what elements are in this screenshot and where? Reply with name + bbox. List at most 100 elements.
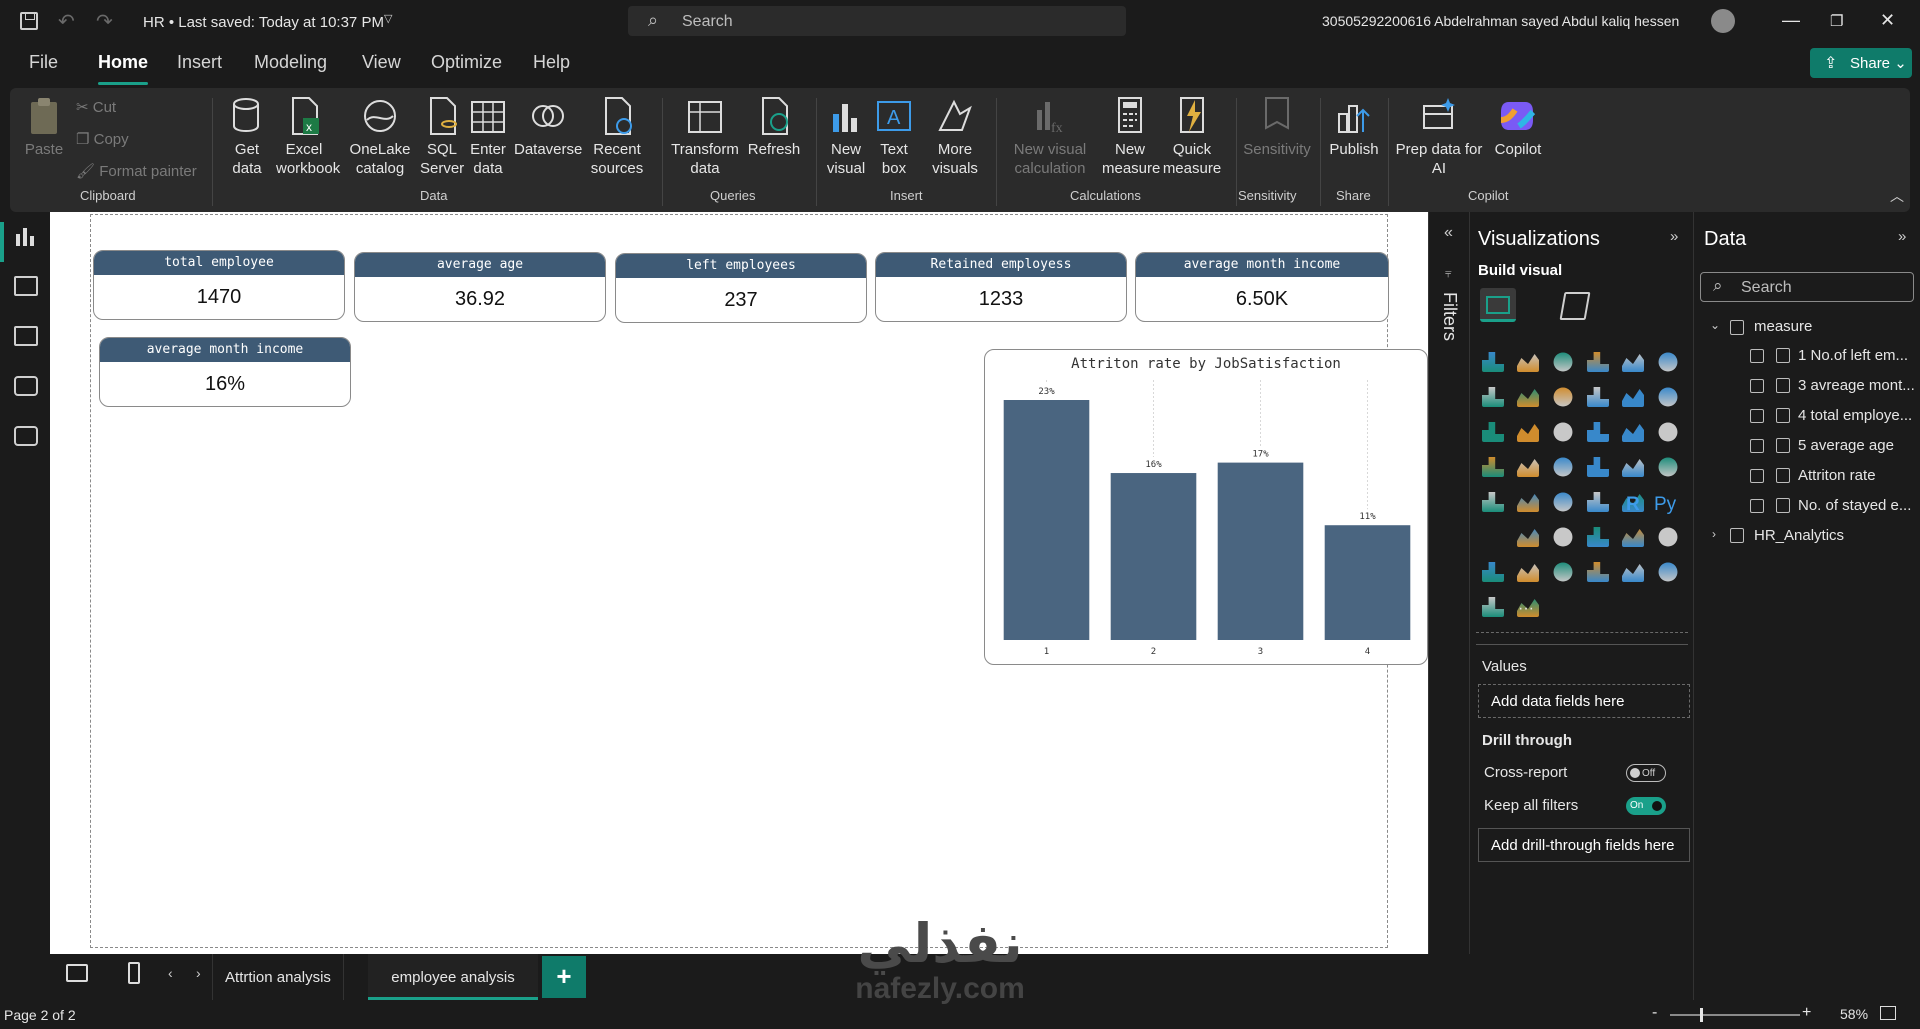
visual-narrative-icon[interactable] <box>1622 529 1644 547</box>
collapse-pane-icon[interactable]: » <box>1898 228 1906 245</box>
visual-ribbon-icon[interactable] <box>1658 387 1678 407</box>
avatar[interactable] <box>1711 9 1735 33</box>
new-measure-button[interactable]: New measure <box>1102 96 1160 178</box>
get-data-button[interactable]: Get data <box>222 96 272 178</box>
visual-qna-icon[interactable] <box>1587 527 1609 547</box>
visual-kpi-icon[interactable] <box>1517 494 1539 512</box>
visual-paint-icon[interactable] <box>1658 562 1678 582</box>
visual-funnel-icon[interactable] <box>1517 424 1539 442</box>
visual-diamond-icon[interactable] <box>1482 597 1504 617</box>
report-canvas[interactable]: total employee 1470 average age 36.92 le… <box>50 212 1428 954</box>
zoom-in-button[interactable]: + <box>1802 1004 1811 1022</box>
visual-map-icon[interactable] <box>1482 457 1504 477</box>
visual-100-bar-icon[interactable] <box>1622 354 1644 372</box>
publish-button[interactable]: Publish <box>1326 96 1382 159</box>
onelake-catalog-button[interactable]: OneLake catalog <box>346 96 414 178</box>
visual-stacked-bar-icon[interactable] <box>1482 352 1504 372</box>
python-visual-icon[interactable]: Py <box>1654 494 1676 516</box>
visual-card-icon[interactable] <box>1658 457 1678 477</box>
field-item[interactable]: 3 avreage mont... <box>1798 377 1916 394</box>
field-item[interactable]: 4 total employe... <box>1798 407 1916 424</box>
visual-line-icon[interactable] <box>1482 387 1504 407</box>
zoom-slider-handle[interactable] <box>1700 1008 1703 1022</box>
page-tab-attrition-analysis[interactable]: Attrtion analysis <box>212 954 344 1000</box>
visual-slicer-icon[interactable] <box>1553 492 1573 512</box>
field-checkbox[interactable] <box>1750 499 1764 513</box>
field-item[interactable]: No. of stayed e... <box>1798 497 1916 514</box>
cross-report-toggle[interactable]: Off <box>1626 764 1666 782</box>
kpi-card-average-month-income[interactable]: average month income 6.50K <box>1135 252 1389 322</box>
menu-file[interactable]: File <box>29 52 58 73</box>
expand-filters-icon[interactable]: « <box>1444 224 1453 242</box>
visual-decomp-tree-icon[interactable] <box>1553 527 1573 547</box>
table-measure[interactable]: measure <box>1754 318 1812 335</box>
refresh-button[interactable]: Refresh <box>744 96 804 159</box>
visual-gauge-icon[interactable] <box>1622 459 1644 477</box>
quick-measure-button[interactable]: Quick measure <box>1160 96 1224 178</box>
visual-pie-icon[interactable] <box>1587 422 1609 442</box>
visual-key-influencers-icon[interactable] <box>1517 529 1539 547</box>
visual-paginated-icon[interactable] <box>1658 527 1678 547</box>
field-item[interactable]: 1 No.of left em... <box>1798 347 1916 364</box>
visual-clustered-column-icon[interactable] <box>1587 352 1609 372</box>
menu-view[interactable]: View <box>362 52 401 73</box>
sql-server-button[interactable]: SQL Server <box>420 96 464 178</box>
visual-waterfall-icon[interactable] <box>1482 422 1504 442</box>
share-button[interactable]: ⇪ Share ⌄ <box>1810 48 1912 78</box>
redo-icon[interactable]: ↷ <box>96 9 113 34</box>
save-icon[interactable] <box>20 12 38 30</box>
report-page[interactable]: total employee 1470 average age 36.92 le… <box>90 214 1428 948</box>
visual-scatter-icon[interactable] <box>1553 422 1573 442</box>
chevron-right-icon[interactable]: › <box>196 965 201 981</box>
add-page-button[interactable]: + <box>542 956 586 998</box>
zoom-out-button[interactable]: - <box>1652 1004 1657 1022</box>
build-visual-tab[interactable] <box>1480 288 1516 322</box>
more-visuals-icon[interactable]: ··· <box>1518 600 1534 618</box>
fit-to-page-icon[interactable] <box>1880 1006 1896 1020</box>
attrition-bar-chart[interactable]: Attriton rate by JobSatisfaction 23% 1 16%… <box>984 349 1428 665</box>
kpi-card-total-employee[interactable]: total employee 1470 <box>93 250 345 320</box>
visual-donut-icon[interactable] <box>1622 424 1644 442</box>
field-checkbox[interactable] <box>1750 439 1764 453</box>
menu-modeling[interactable]: Modeling <box>254 52 327 73</box>
visual-shape-map-icon[interactable] <box>1553 457 1573 477</box>
global-search[interactable]: ⌕ Search <box>628 6 1126 36</box>
bar-4[interactable] <box>1324 525 1411 640</box>
new-visual-calculation-button[interactable]: fx New visual calculation <box>1002 96 1098 178</box>
zoom-slider[interactable] <box>1670 1014 1800 1016</box>
field-checkbox[interactable] <box>1750 409 1764 423</box>
kpi-card-attrition-rate[interactable]: average month income 16% <box>99 337 351 407</box>
chevron-right-icon[interactable]: › <box>1712 527 1716 541</box>
format-painter-button[interactable]: 🖌 Format painter <box>76 162 197 180</box>
more-visuals-button[interactable]: More visuals <box>920 96 990 178</box>
visual-stacked-column-icon[interactable] <box>1517 354 1539 372</box>
table-view-icon[interactable] <box>14 276 38 296</box>
mobile-layout-icon[interactable] <box>128 962 140 984</box>
visual-multi-row-card-icon[interactable] <box>1482 492 1504 512</box>
chevron-down-icon[interactable]: ▽ <box>384 12 392 25</box>
format-visual-icon[interactable] <box>1559 292 1591 320</box>
r-visual-icon[interactable]: R <box>1626 494 1640 516</box>
visual-clustered-bar-icon[interactable] <box>1553 352 1573 372</box>
maximize-icon[interactable]: ❐ <box>1830 12 1843 30</box>
visual-stacked-area-icon[interactable] <box>1553 387 1573 407</box>
drill-through-drop-zone[interactable]: Add drill-through fields here <box>1478 828 1690 862</box>
field-item[interactable]: Attriton rate <box>1798 467 1916 484</box>
field-checkbox[interactable] <box>1750 469 1764 483</box>
paste-button[interactable]: Paste <box>24 96 64 159</box>
bar-2[interactable] <box>1110 473 1197 640</box>
filters-pane[interactable]: « ⫧ Filters <box>1428 212 1470 954</box>
visual-100-column-icon[interactable] <box>1658 352 1678 372</box>
enter-data-button[interactable]: Enter data <box>468 96 508 178</box>
menu-help[interactable]: Help <box>533 52 570 73</box>
chevron-down-icon[interactable]: ⌄ <box>1710 318 1720 332</box>
visual-image-icon[interactable] <box>1622 564 1644 582</box>
kpi-card-retained-employees[interactable]: Retained employess 1233 <box>875 252 1127 322</box>
visual-area-icon[interactable] <box>1517 389 1539 407</box>
recent-sources-button[interactable]: Recent sources <box>582 96 652 178</box>
report-view-icon[interactable] <box>14 226 38 246</box>
field-item[interactable]: 5 average age <box>1798 437 1916 454</box>
transform-data-button[interactable]: Transform data <box>670 96 740 178</box>
data-search-input[interactable]: ⌕ Search <box>1700 272 1914 302</box>
bar-3[interactable] <box>1217 462 1304 640</box>
